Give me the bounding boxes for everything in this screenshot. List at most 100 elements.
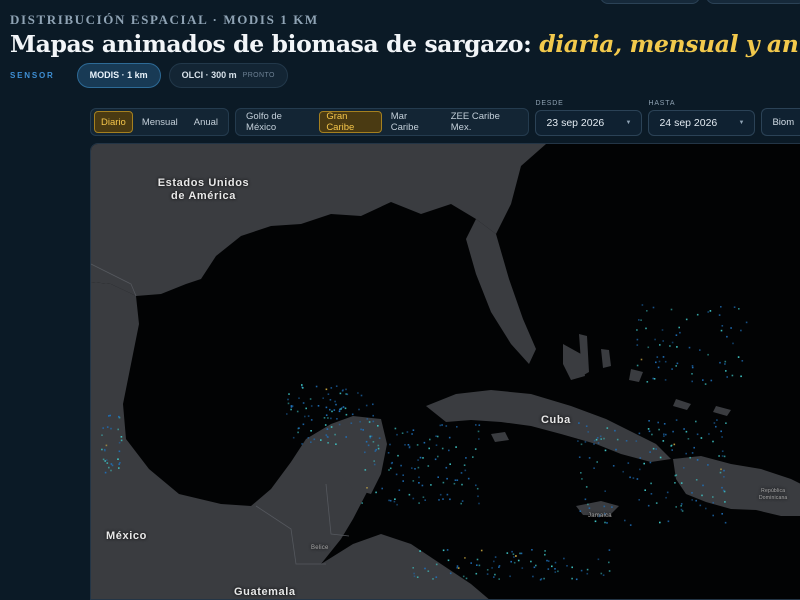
- sargassum-pixel: [659, 456, 662, 459]
- sargassum-pixel: [338, 423, 341, 426]
- date-to-select[interactable]: 24 sep 2026 ▼: [648, 110, 756, 136]
- sargassum-pixel: [373, 463, 376, 466]
- sargassum-pixel: [287, 398, 289, 401]
- sargassum-pixel: [731, 374, 734, 377]
- sargassum-pixel: [396, 503, 398, 506]
- sargassum-pixel: [688, 346, 691, 349]
- sargassum-pixel: [442, 549, 445, 552]
- sargassum-pixel: [547, 560, 550, 562]
- tab-mar-caribe[interactable]: Mar Caribe: [384, 111, 442, 133]
- sargassum-pixel: [563, 557, 565, 560]
- sargassum-pixel: [307, 415, 310, 417]
- sargassum-pixel: [680, 505, 682, 507]
- sargassum-pixel: [419, 456, 422, 459]
- sargassum-pixel: [366, 418, 369, 420]
- sargassum-pixel: [597, 442, 600, 444]
- tab-anual[interactable]: Anual: [187, 111, 225, 133]
- sargassum-pixel: [733, 306, 736, 308]
- sargassum-pixel: [470, 562, 472, 564]
- sargassum-pixel: [724, 363, 726, 365]
- sargassum-pixel: [662, 340, 664, 342]
- sargassum-pixel: [702, 379, 704, 381]
- tab-mensual[interactable]: Mensual: [135, 111, 185, 133]
- sargassum-pixel: [587, 431, 589, 433]
- top-nav-pill[interactable]: [706, 0, 800, 4]
- sargassum-pixel: [310, 419, 313, 421]
- sargassum-pixel: [325, 434, 328, 436]
- date-from-select[interactable]: 23 sep 2026 ▼: [535, 110, 643, 136]
- tab-golfo-de-mexico[interactable]: Golfo de México: [239, 111, 317, 133]
- sargassum-pixel: [448, 436, 451, 439]
- sargassum-pixel: [716, 419, 718, 421]
- sargassum-pixel: [478, 424, 481, 426]
- sargassum-pixel: [408, 445, 411, 448]
- sargassum-pixel: [557, 570, 559, 573]
- sargassum-pixel: [676, 346, 678, 348]
- date-from-value: 23 sep 2026: [546, 117, 605, 129]
- sargassum-pixel: [421, 484, 424, 487]
- sargassum-pixel: [554, 561, 557, 564]
- map-view[interactable]: Estados Unidos de América México Cuba Gu…: [90, 143, 800, 600]
- sargassum-pixel: [673, 443, 676, 446]
- sargassum-pixel: [344, 407, 347, 410]
- sargassum-pixel: [105, 459, 108, 461]
- sargassum-pixel: [712, 496, 714, 498]
- sargassum-pixel: [648, 420, 650, 422]
- sargassum-pixel: [477, 430, 480, 433]
- sargassum-pixel: [571, 566, 573, 569]
- tab-zee-caribe-mex[interactable]: ZEE Caribe Mex.: [444, 111, 526, 133]
- sargassum-pixel: [335, 385, 338, 387]
- sargassum-pixel: [413, 572, 415, 575]
- map-canvas[interactable]: [91, 144, 800, 600]
- variable-select[interactable]: Biom: [761, 108, 800, 136]
- sargassum-pixel: [659, 344, 661, 346]
- sargassum-pixel: [333, 409, 336, 411]
- sargassum-pixel: [544, 550, 546, 552]
- sargassum-pixel: [720, 468, 722, 471]
- sargassum-pixel: [638, 499, 640, 501]
- sargassum-pixel: [721, 513, 723, 515]
- sargassum-pixel: [723, 455, 726, 458]
- sargassum-pixel: [611, 506, 613, 508]
- sargassum-pixel: [449, 498, 451, 501]
- sargassum-pixel: [427, 570, 430, 572]
- sargassum-pixel: [652, 306, 655, 309]
- sargassum-pixel: [498, 565, 501, 567]
- sargassum-pixel: [445, 425, 448, 427]
- sargassum-pixel: [586, 572, 589, 575]
- sargassum-pixel: [456, 426, 458, 428]
- top-nav-pill[interactable]: [600, 0, 700, 4]
- sargassum-pixel: [372, 420, 375, 423]
- sargassum-pixel: [670, 308, 673, 311]
- sargassum-pixel: [702, 484, 704, 487]
- sargassum-pixel: [494, 556, 497, 558]
- tab-diario[interactable]: Diario: [94, 111, 133, 133]
- sargassum-pixel: [713, 422, 716, 424]
- sargassum-pixel: [329, 399, 332, 401]
- sargassum-pixel: [442, 481, 445, 484]
- sargassum-pixel: [678, 326, 680, 329]
- title-main: Mapas animados de biomasa de sargazo:: [10, 30, 540, 58]
- sargassum-pixel: [551, 565, 553, 568]
- sargassum-pixel: [340, 407, 343, 409]
- sargassum-pixel: [603, 505, 606, 508]
- tab-gran-caribe[interactable]: Gran Caribe: [319, 111, 382, 133]
- sargassum-pixel: [685, 318, 688, 321]
- caret-down-icon: ▼: [738, 120, 745, 126]
- sargassum-pixel: [441, 447, 444, 450]
- sargassum-pixel: [372, 403, 374, 406]
- sargassum-pixel: [486, 573, 489, 575]
- sargassum-pixel: [691, 492, 693, 494]
- sargassum-pixel: [288, 393, 290, 395]
- sargassum-pixel: [381, 487, 383, 490]
- sargassum-pixel: [448, 449, 450, 452]
- sargassum-pixel: [428, 447, 430, 450]
- sargassum-pixel: [351, 413, 354, 416]
- sargassum-pixel: [510, 560, 512, 563]
- sensor-olci-button[interactable]: OLCI · 300 m PRONTO: [168, 62, 288, 88]
- sargassum-pixel: [679, 331, 681, 334]
- sensor-modis-button[interactable]: MODIS · 1 km: [76, 62, 161, 88]
- sargassum-pixel: [334, 433, 336, 436]
- sargassum-pixel: [652, 447, 655, 450]
- sargassum-pixel: [475, 572, 478, 575]
